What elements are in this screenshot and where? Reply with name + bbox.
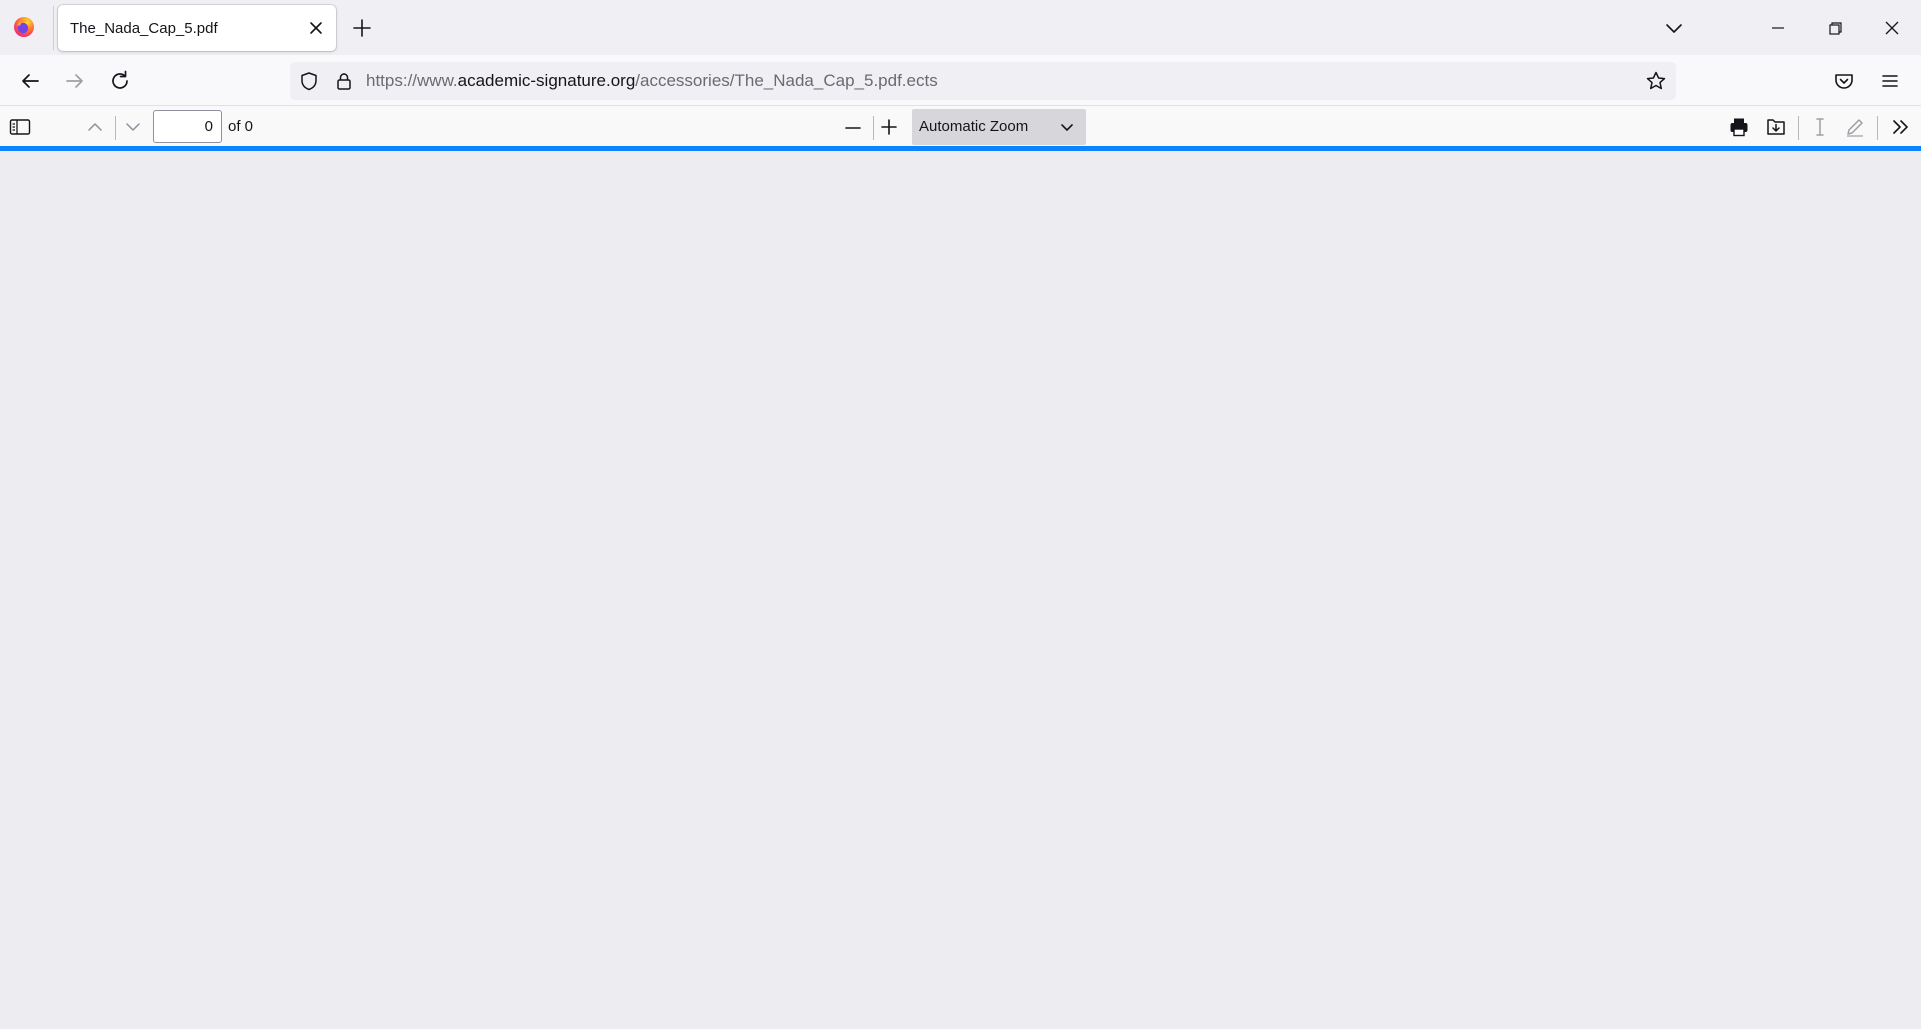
url-text[interactable]: https://www.academic-signature.org/acces… [366,71,938,91]
page-count-label: of 0 [228,118,254,135]
text-cursor-icon[interactable] [1808,115,1832,139]
hamburger-menu-icon[interactable] [1878,69,1902,93]
tab-active[interactable]: The_Nada_Cap_5.pdf [58,5,336,51]
lock-icon[interactable] [333,70,355,92]
sidebar-toggle-icon[interactable] [8,115,32,139]
tab-title: The_Nada_Cap_5.pdf [70,20,218,37]
star-icon[interactable] [1644,69,1668,93]
toolbar-divider [1877,116,1878,140]
toolbar-divider [115,116,116,140]
pocket-icon[interactable] [1832,69,1856,93]
pen-icon[interactable] [1843,115,1867,139]
tab-strip: The_Nada_Cap_5.pdf [0,0,1921,55]
page-number-input[interactable] [153,110,222,143]
plus-icon[interactable] [350,16,374,40]
restore-icon[interactable] [1823,16,1847,40]
url-bar[interactable]: https://www.academic-signature.org/acces… [290,62,1676,100]
chevron-up-icon[interactable] [83,115,107,139]
minimize-icon[interactable] [1766,16,1790,40]
double-chevron-right-icon[interactable] [1889,115,1913,139]
close-icon[interactable] [306,18,326,38]
firefox-logo-icon[interactable] [13,16,35,38]
pdf-toolbar: of 0 Automatic Zoom [0,106,1921,148]
toolbar-divider [873,116,874,140]
zoom-select[interactable]: Automatic Zoom [912,109,1086,145]
chevron-down-icon [1058,118,1076,136]
chevron-down-icon[interactable] [1662,16,1686,40]
tab-separator [53,6,54,50]
zoom-select-value: Automatic Zoom [919,118,1029,135]
close-icon[interactable] [1880,16,1904,40]
print-icon[interactable] [1727,115,1751,139]
plus-icon[interactable] [877,115,901,139]
chevron-down-icon[interactable] [121,115,145,139]
shield-icon[interactable] [298,70,320,92]
toolbar-divider [1798,116,1799,140]
url-path: /accessories/The_Nada_Cap_5.pdf.ects [635,71,938,90]
download-icon[interactable] [1764,115,1788,139]
url-host: academic-signature.org [457,71,636,90]
minus-icon[interactable] [841,115,865,139]
navigation-toolbar: https://www.academic-signature.org/acces… [0,55,1921,106]
reload-icon[interactable] [106,67,134,95]
back-icon[interactable] [16,67,44,95]
pdf-viewer-container[interactable] [0,151,1921,1029]
url-prefix: https://www. [366,71,458,90]
forward-icon[interactable] [61,67,89,95]
